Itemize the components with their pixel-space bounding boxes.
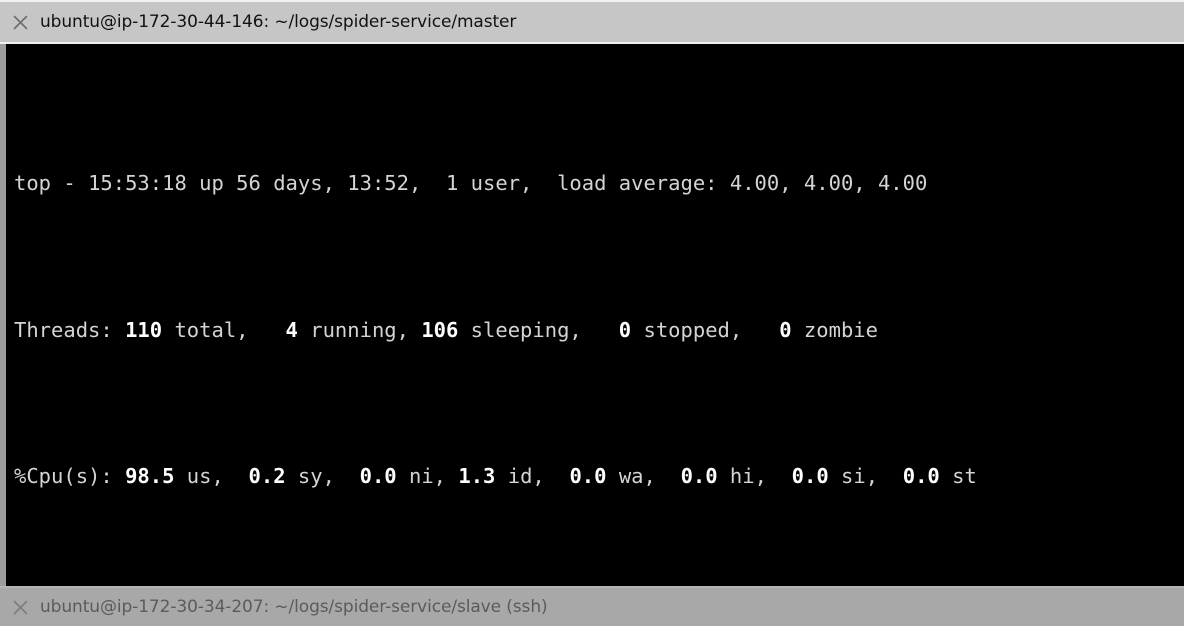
threads-stopped-label: stopped,	[631, 317, 780, 342]
cpu-si-value: 0.0	[791, 464, 829, 489]
cpu-ni-value: 0.0	[359, 464, 397, 489]
threads-sleeping-value: 106	[421, 317, 459, 342]
threads-running-label: running,	[297, 317, 422, 342]
threads-total-label: total,	[162, 317, 286, 342]
cpu-line: %Cpu(s): 98.5 us, 0.2 sy, 0.0 ni, 1.3 id…	[6, 462, 1180, 491]
cpu-label: %Cpu(s):	[14, 464, 126, 489]
threads-stopped-value: 0	[618, 317, 632, 342]
cpu-id-value: 1.3	[458, 464, 496, 489]
terminal-window: ubuntu@ip-172-30-44-146: ~/logs/spider-s…	[0, 0, 1184, 626]
cpu-ni-label: ni,	[396, 464, 459, 489]
uptime-load: up 56 days, 13:52, 1 user, load average:…	[186, 171, 928, 196]
close-icon[interactable]	[0, 2, 40, 42]
tab-master[interactable]: ubuntu@ip-172-30-44-146: ~/logs/spider-s…	[0, 0, 1184, 44]
close-icon[interactable]	[0, 588, 40, 626]
cpu-sy-label: sy,	[285, 464, 360, 489]
cpu-us-label: us,	[174, 464, 249, 489]
cpu-st-value: 0.0	[902, 464, 940, 489]
cpu-st-label: st	[939, 464, 977, 489]
tab-title-master: ubuntu@ip-172-30-44-146: ~/logs/spider-s…	[40, 12, 517, 32]
threads-line: Threads: 110 total, 4 running, 106 sleep…	[6, 316, 1180, 345]
cpu-wa-value: 0.0	[569, 464, 607, 489]
top-label: top -	[14, 171, 89, 196]
cpu-wa-label: wa,	[606, 464, 681, 489]
threads-label: Threads:	[14, 317, 126, 342]
tab-slave[interactable]: ubuntu@ip-172-30-34-207: ~/logs/spider-s…	[0, 586, 1184, 626]
tab-title-slave: ubuntu@ip-172-30-34-207: ~/logs/spider-s…	[40, 597, 548, 617]
cpu-id-label: id,	[495, 464, 570, 489]
cpu-hi-label: hi,	[717, 464, 792, 489]
current-time: 15:53:18	[88, 171, 187, 196]
cpu-us-value: 98.5	[125, 464, 175, 489]
terminal-screen[interactable]: top - 15:53:18 up 56 days, 13:52, 1 user…	[0, 44, 1184, 586]
threads-zombie-value: 0	[779, 317, 792, 342]
top-header-uptime-line: top - 15:53:18 up 56 days, 13:52, 1 user…	[6, 169, 1180, 198]
threads-total-value: 110	[125, 317, 163, 342]
threads-running-value: 4	[285, 317, 298, 342]
cpu-sy-value: 0.2	[248, 464, 286, 489]
threads-sleeping-label: sleeping,	[458, 317, 619, 342]
cpu-hi-value: 0.0	[680, 464, 718, 489]
threads-zombie-label: zombie	[791, 317, 878, 342]
cpu-si-label: si,	[828, 464, 903, 489]
top-command-output: top - 15:53:18 up 56 days, 13:52, 1 user…	[6, 44, 1180, 586]
